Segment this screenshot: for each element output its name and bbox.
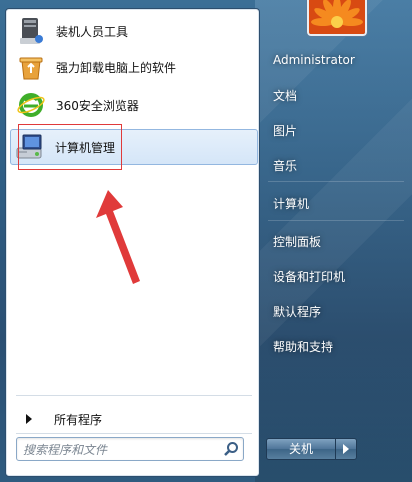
search-icon[interactable] <box>223 441 239 457</box>
programs-pane: 装机人员工具 强力卸载电脑上的软件 360安全浏览器 计算机管理 所有程序 搜索… <box>5 8 260 477</box>
pinned-item-label: 360安全浏览器 <box>56 98 139 113</box>
search-input[interactable] <box>21 440 221 459</box>
pinned-item-uninstaller[interactable]: 强力卸载电脑上的软件 <box>12 51 254 83</box>
shutdown-button[interactable]: 关机 <box>266 438 336 460</box>
right-item-documents[interactable]: 文档 <box>264 82 404 108</box>
triangle-right-icon <box>26 414 32 424</box>
right-item-help-support[interactable]: 帮助和支持 <box>264 333 404 359</box>
start-menu: 装机人员工具 强力卸载电脑上的软件 360安全浏览器 计算机管理 所有程序 搜索… <box>0 0 412 482</box>
divider <box>16 395 252 396</box>
right-item-pictures[interactable]: 图片 <box>264 117 404 143</box>
right-item-computer[interactable]: 计算机 <box>264 190 404 216</box>
shutdown-options-button[interactable] <box>335 438 357 460</box>
pinned-item-installer-tools[interactable]: 装机人员工具 <box>12 15 254 47</box>
right-item-music[interactable]: 音乐 <box>264 152 404 178</box>
right-item-default-programs[interactable]: 默认程序 <box>264 298 404 324</box>
divider <box>16 433 252 434</box>
divider <box>268 181 404 182</box>
browser-360-icon <box>14 89 48 121</box>
user-avatar[interactable] <box>307 0 367 36</box>
all-programs-label: 所有程序 <box>54 412 103 427</box>
all-programs-button[interactable]: 所有程序 <box>12 407 254 431</box>
pinned-item-360-browser[interactable]: 360安全浏览器 <box>12 89 254 121</box>
right-item-devices-printers[interactable]: 设备和打印机 <box>264 263 404 289</box>
recycle-bin-icon <box>14 51 48 83</box>
search-box[interactable] <box>16 437 244 461</box>
pinned-item-label: 装机人员工具 <box>56 24 129 39</box>
right-item-control-panel[interactable]: 控制面板 <box>264 228 404 254</box>
toolkit-icon <box>14 15 48 47</box>
user-name-link[interactable]: Administrator <box>264 47 404 73</box>
annotation-highlight-box <box>18 124 122 170</box>
divider <box>268 220 404 221</box>
pinned-item-label: 强力卸载电脑上的软件 <box>56 60 177 75</box>
